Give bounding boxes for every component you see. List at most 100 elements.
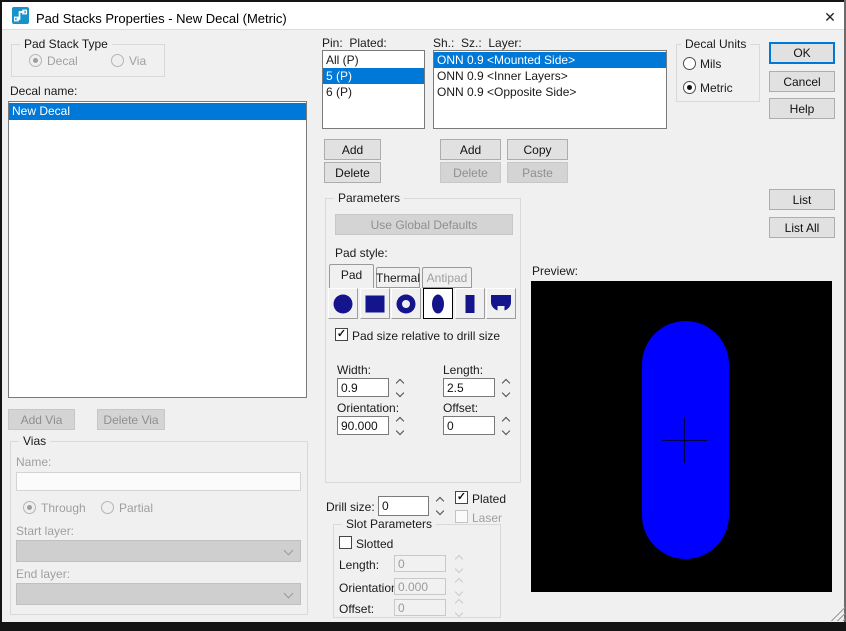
- close-icon[interactable]: ✕: [818, 6, 842, 28]
- list-button[interactable]: List: [769, 189, 835, 210]
- drill-size-spinner[interactable]: [433, 495, 446, 517]
- pad-size-relative-checkbox[interactable]: ✓: [335, 328, 348, 341]
- slotted-label: Slotted: [356, 537, 394, 551]
- start-layer-dropdown: [16, 540, 301, 562]
- use-global-defaults-button: Use Global Defaults: [335, 214, 513, 235]
- oval-pad-icon: [432, 294, 444, 313]
- pin-add-button[interactable]: Add: [324, 139, 381, 160]
- vias-legend: Vias: [19, 434, 51, 448]
- pin-list[interactable]: All (P) 5 (P) 6 (P): [322, 50, 425, 129]
- decal-units-group: Decal Units Mils Metric: [676, 37, 760, 102]
- pad-stacks-properties-dialog: Pad Stacks Properties - New Decal (Metri…: [0, 0, 846, 631]
- orientation-spinner[interactable]: [393, 415, 406, 437]
- through-radio-label: Through: [41, 501, 86, 515]
- list-item[interactable]: ONN 0.9 <Opposite Side>: [434, 84, 666, 100]
- pad-shape-rectangle-button[interactable]: [455, 288, 485, 319]
- chevron-down-icon: [283, 545, 294, 556]
- slot-length-input: [394, 555, 446, 572]
- help-button[interactable]: Help: [769, 98, 835, 119]
- pad-stack-type-legend: Pad Stack Type: [20, 37, 112, 51]
- decal-name-list[interactable]: New Decal: [8, 101, 307, 398]
- list-item[interactable]: ONN 0.9 <Inner Layers>: [434, 68, 666, 84]
- check-icon: ✓: [456, 491, 467, 503]
- pad-shape-circle-button[interactable]: [328, 288, 358, 319]
- layer-copy-button[interactable]: Copy: [507, 139, 568, 160]
- laser-checkbox: [455, 510, 468, 523]
- partial-radio: [101, 501, 114, 514]
- plated-checkbox[interactable]: ✓: [455, 491, 468, 504]
- plated-label: Plated: [472, 492, 507, 506]
- decal-radio-label: Decal: [47, 54, 78, 68]
- offset-input[interactable]: [443, 416, 495, 435]
- list-item[interactable]: All (P): [323, 52, 424, 68]
- slot-length-label: Length:: [339, 558, 380, 572]
- parameters-legend: Parameters: [334, 191, 405, 205]
- tab-thermal[interactable]: Thermal: [376, 267, 420, 288]
- vias-group: Vias Name: Through Partial Start layer: …: [10, 434, 308, 615]
- app-logo-icon: [12, 7, 29, 24]
- check-icon: ✓: [336, 328, 347, 340]
- window-border-left: [0, 0, 2, 631]
- list-item[interactable]: 6 (P): [323, 84, 424, 100]
- via-radio: [111, 54, 124, 67]
- circle-pad-icon: [333, 294, 353, 313]
- pad-shape-oval-button[interactable]: [423, 288, 453, 319]
- through-radio: [23, 501, 36, 514]
- slot-offset-label: Offset:: [339, 602, 375, 616]
- pin-delete-button[interactable]: Delete: [324, 162, 381, 183]
- layer-add-button[interactable]: Add: [440, 139, 501, 160]
- list-item[interactable]: 5 (P): [323, 68, 424, 84]
- preview-canvas: [531, 281, 832, 592]
- pad-shape-donut-button[interactable]: [391, 288, 421, 319]
- drill-size-label: Drill size:: [326, 500, 375, 514]
- partial-radio-label: Partial: [119, 501, 154, 515]
- pad-stack-type-group: Pad Stack Type Decal Via: [11, 37, 165, 77]
- offset-spinner[interactable]: [499, 415, 512, 437]
- mils-radio-label: Mils: [700, 57, 722, 71]
- list-item[interactable]: ONN 0.9 <Mounted Side>: [434, 52, 666, 68]
- length-label: Length:: [443, 363, 484, 377]
- square-pad-icon: [365, 295, 385, 312]
- slot-orientation-label: Orientation:: [339, 581, 402, 595]
- via-radio-label: Via: [129, 54, 147, 68]
- start-layer-label: Start layer:: [16, 524, 75, 538]
- pad-shape-odd-button[interactable]: [486, 288, 516, 319]
- origin-crosshair-icon: [684, 418, 685, 463]
- drill-size-input[interactable]: [378, 496, 429, 516]
- length-spinner[interactable]: [499, 377, 512, 399]
- preview-label: Preview:: [532, 264, 579, 278]
- slot-offset-input: [394, 599, 446, 616]
- list-item[interactable]: New Decal: [9, 103, 306, 120]
- decal-name-label: Decal name:: [10, 84, 78, 98]
- window-border-bottom: [0, 622, 846, 631]
- layer-list[interactable]: ONN 0.9 <Mounted Side> ONN 0.9 <Inner La…: [433, 50, 667, 129]
- donut-pad-icon: [396, 294, 416, 313]
- offset-label: Offset:: [443, 401, 479, 415]
- decal-units-legend: Decal Units: [681, 37, 751, 51]
- pad-shape-square-button[interactable]: [360, 288, 390, 319]
- length-input[interactable]: [443, 378, 495, 397]
- orientation-input[interactable]: [337, 416, 389, 435]
- end-layer-dropdown: [16, 583, 301, 605]
- mils-radio[interactable]: [683, 57, 696, 70]
- cancel-button[interactable]: Cancel: [769, 71, 835, 92]
- rectangle-pad-icon: [465, 294, 475, 313]
- width-input[interactable]: [337, 378, 389, 397]
- via-name-input: [16, 472, 301, 491]
- tab-pad[interactable]: Pad: [329, 264, 374, 288]
- metric-radio[interactable]: [683, 81, 696, 94]
- end-layer-label: End layer:: [16, 567, 71, 581]
- ok-button[interactable]: OK: [769, 42, 835, 64]
- slot-parameters-legend: Slot Parameters: [342, 517, 437, 531]
- title-bar: Pad Stacks Properties - New Decal (Metri…: [2, 2, 844, 30]
- pad-style-label: Pad style:: [335, 246, 388, 260]
- chevron-down-icon: [283, 588, 294, 599]
- slotted-checkbox[interactable]: [339, 536, 352, 549]
- resize-grip[interactable]: [830, 605, 845, 621]
- via-name-label: Name:: [16, 455, 52, 469]
- odd-pad-icon: [490, 294, 512, 310]
- width-spinner[interactable]: [393, 377, 406, 399]
- decal-radio: [29, 54, 42, 67]
- slot-orientation-input: [394, 578, 446, 595]
- list-all-button[interactable]: List All: [769, 217, 835, 238]
